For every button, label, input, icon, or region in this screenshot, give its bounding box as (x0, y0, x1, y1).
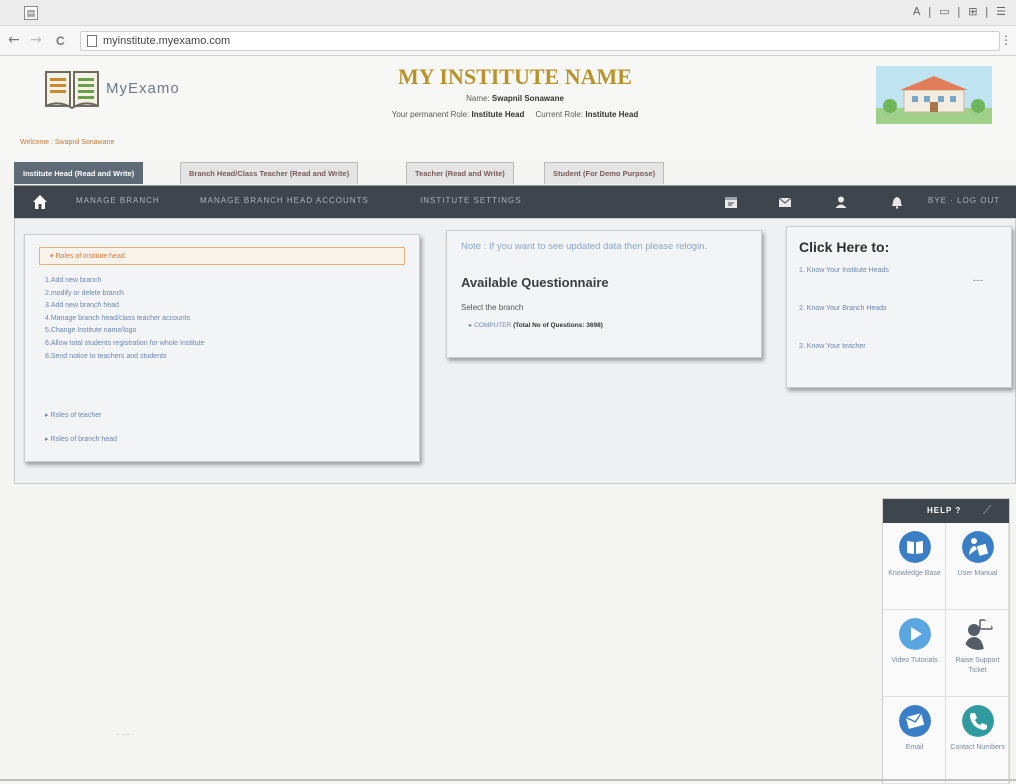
list-item[interactable]: 6.Allow total students registration for … (45, 340, 395, 353)
questionnaire-title: Available Questionnaire (461, 275, 609, 290)
nav-manage-branch[interactable]: MANAGE BRANCH (76, 196, 160, 205)
tab-institute-head[interactable]: Institute Head (Read and Write) (14, 162, 144, 184)
book-icon (899, 531, 931, 563)
support-agent-icon (964, 619, 993, 650)
help-user-manual[interactable]: User Manual (946, 523, 1009, 610)
know-institute-heads-link[interactable]: 1. Know Your Institute Heads (799, 267, 889, 274)
browser-tab-strip: ▤ A | ▭ | ⊞ | ☰ (0, 0, 1016, 26)
wrench-icon[interactable]: ⟋ (983, 503, 991, 518)
user-name: Swapnil Sonawane (491, 94, 564, 103)
relogin-note: Note : If you want to see updated data t… (461, 241, 708, 252)
user-name-line: Name: Swapnil Sonawane (300, 94, 730, 103)
role-tabs: Institute Head (Read and Write) Branch H… (14, 160, 1016, 186)
roles-institute-head-header[interactable]: ▾ Roles of institute head (39, 247, 405, 265)
branch-computer-item[interactable]: ▸ COMPUTER (Total No of Questions: 3698) (469, 321, 603, 329)
help-grid: Knowledge Base User Manual Video Tutoria… (883, 523, 1009, 784)
logout-link[interactable]: BYE · LOG OUT (928, 196, 1000, 205)
window-controls[interactable]: A | ▭ | ⊞ | ☰ (913, 5, 1008, 18)
page-header: MyExamo MY INSTITUTE NAME Name: Swapnil … (0, 56, 1016, 160)
help-video-tutorials[interactable]: Video Tutorials (883, 610, 946, 697)
home-icon[interactable] (32, 194, 48, 210)
questionnaire-panel: Note : If you want to see updated data t… (446, 230, 762, 358)
welcome-text: Welcome : Swapnil Sonawane (20, 139, 115, 146)
background-mark: ~ ~~ (116, 732, 131, 739)
tab-student[interactable]: Student (For Demo Purpose) (544, 162, 665, 184)
list-item[interactable]: 3.Add new branch head (45, 302, 395, 315)
main-navbar: MANAGE BRANCH MANAGE BRANCH HEAD ACCOUNT… (14, 186, 1016, 218)
bottom-divider (0, 779, 1016, 781)
nav-manage-branch-head-accounts[interactable]: MANAGE BRANCH HEAD ACCOUNTS (200, 196, 369, 205)
help-knowledge-base[interactable]: Knowledge Base (883, 523, 946, 610)
browser-toolbar: ← → C myinstitute.myexamo.com ⋮ (0, 26, 1016, 56)
nav-institute-settings[interactable]: INSTITUTE SETTINGS (420, 196, 522, 205)
school-building-image (876, 66, 992, 124)
calendar-icon[interactable] (724, 195, 738, 209)
roles-of-teacher-toggle[interactable]: ▸ Roles of teacher (45, 411, 101, 419)
permanent-role: Institute Head (471, 110, 525, 119)
help-label: Contact Numbers (950, 744, 1005, 751)
branch-question-count: (Total No of Questions: 3698) (513, 322, 603, 329)
help-label: Knowledge Base (888, 570, 941, 577)
help-raise-support-ticket[interactable]: Raise Support Ticket (946, 610, 1009, 697)
help-email[interactable]: Email (883, 697, 946, 784)
help-panel: HELP ? ⟋ Knowledge Base User Manual Vide… (882, 498, 1010, 784)
list-item[interactable]: 8.Send notice to teachers and students (45, 353, 395, 366)
list-item[interactable]: 1.Add new branch (45, 277, 395, 290)
help-title: HELP ? (927, 506, 962, 515)
help-label: User Manual (957, 570, 998, 577)
institute-head-roles-list: 1.Add new branch 2.modify or delete bran… (45, 277, 395, 365)
divider: — (973, 275, 983, 286)
help-label: Email (905, 744, 924, 751)
branch-name: ▸ COMPUTER (469, 322, 512, 329)
bell-icon[interactable] (890, 195, 904, 209)
tab-branch-head[interactable]: Branch Head/Class Teacher (Read and Writ… (180, 162, 359, 184)
institute-name: MY INSTITUTE NAME (398, 64, 632, 89)
play-icon (899, 618, 931, 650)
phone-icon (962, 705, 994, 737)
logo-text: MyExamo (106, 80, 180, 97)
url-text: myinstitute.myexamo.com (103, 35, 231, 47)
mail-icon[interactable] (778, 195, 792, 209)
logo[interactable]: MyExamo (44, 66, 194, 114)
roles-institute-head-label: ▾ Roles of institute head (50, 253, 125, 260)
help-contact-numbers[interactable]: Contact Numbers (946, 697, 1009, 784)
select-branch-label: Select the branch (461, 303, 524, 312)
browser-menu-icon[interactable]: ⋮ (1000, 33, 1012, 47)
forward-icon[interactable]: → (30, 32, 42, 48)
user-icon[interactable] (834, 195, 848, 209)
page-icon[interactable]: ▤ (24, 6, 38, 20)
click-here-panel: Click Here to: 1. Know Your Institute He… (786, 226, 1012, 388)
permanent-role-label: Your permanent Role: (391, 110, 470, 119)
roles-of-branch-head-toggle[interactable]: ▸ Roles of branch head (45, 435, 117, 443)
know-teacher-link[interactable]: 3. Know Your teacher (799, 343, 866, 350)
address-bar[interactable]: myinstitute.myexamo.com (80, 31, 1000, 51)
back-icon[interactable]: ← (8, 32, 20, 48)
current-role-label: Current Role: (535, 110, 584, 119)
book-logo-icon (45, 71, 99, 110)
know-branch-heads-link[interactable]: 2. Know Your Branch Heads (799, 305, 887, 312)
list-item[interactable]: 2.modify or delete branch (45, 290, 395, 303)
click-here-title: Click Here to: (799, 239, 890, 255)
current-role: Institute Head (585, 110, 639, 119)
email-icon (899, 705, 931, 737)
help-header[interactable]: HELP ? ⟋ (883, 499, 1009, 523)
list-item[interactable]: 4.Manage branch head/class teacher accou… (45, 315, 395, 328)
page-info-icon (87, 35, 97, 47)
help-label: Video Tutorials (891, 657, 938, 664)
tab-teacher[interactable]: Teacher (Read and Write) (406, 162, 514, 184)
list-item[interactable]: 5.Change Institute name/logo (45, 327, 395, 340)
name-label: Name: (466, 94, 490, 103)
reload-icon[interactable]: C (56, 34, 65, 48)
user-manual-icon (962, 531, 994, 563)
role-line: Your permanent Role: Institute Head Curr… (300, 110, 730, 119)
help-label: Raise Support Ticket (955, 657, 1000, 674)
roles-panel: ▾ Roles of institute head 1.Add new bran… (24, 234, 420, 462)
